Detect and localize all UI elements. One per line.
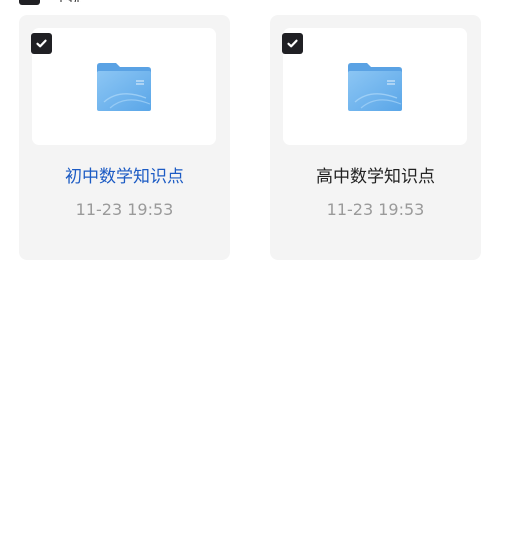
- check-icon: [36, 39, 47, 48]
- file-thumbnail: [31, 28, 216, 145]
- folder-icon: [348, 63, 402, 111]
- card-checkbox[interactable]: [31, 33, 52, 54]
- file-modified-time: 11-23 19:53: [326, 200, 425, 219]
- select-all-row[interactable]: 全选: [19, 0, 82, 5]
- file-card[interactable]: 高中数学知识点 11-23 19:53: [270, 15, 481, 260]
- select-all-label: 全选: [54, 0, 82, 2]
- file-card[interactable]: 初中数学知识点 11-23 19:53: [19, 15, 230, 260]
- file-thumbnail: [282, 28, 467, 145]
- file-grid-page: 全选 初中数学知: [0, 0, 511, 535]
- file-name[interactable]: 高中数学知识点: [270, 162, 481, 187]
- file-name[interactable]: 初中数学知识点: [19, 162, 230, 187]
- card-checkbox[interactable]: [282, 33, 303, 54]
- file-modified-time: 11-23 19:53: [75, 200, 174, 219]
- folder-icon: [97, 63, 151, 111]
- check-icon: [287, 39, 298, 48]
- select-all-checkbox[interactable]: [19, 0, 40, 5]
